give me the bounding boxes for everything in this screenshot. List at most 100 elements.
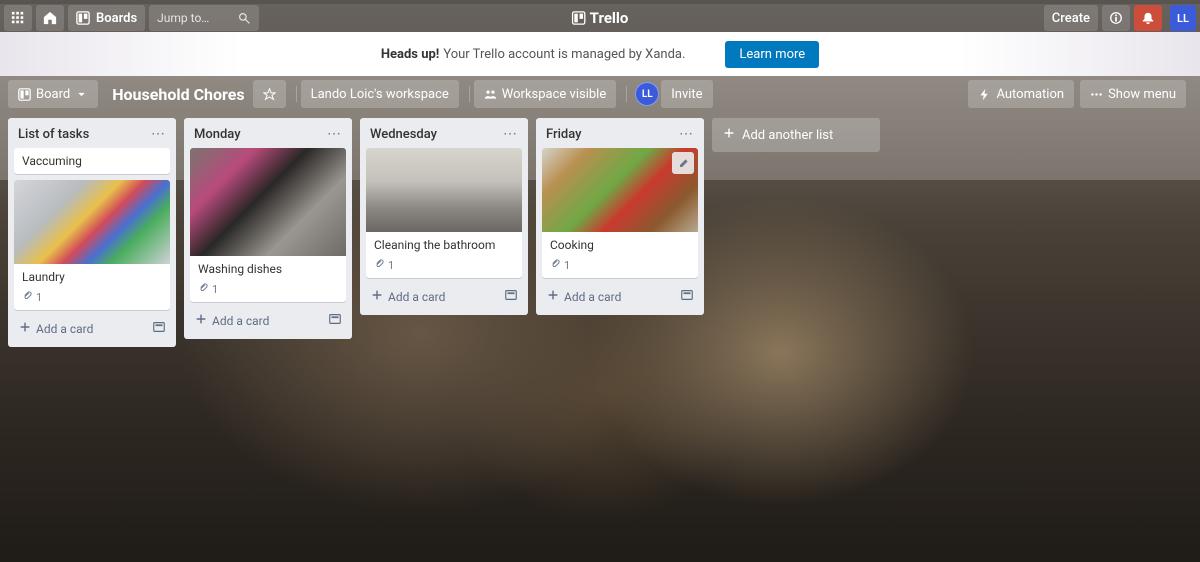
board-icon: [18, 88, 31, 101]
card[interactable]: Laundry1: [14, 180, 170, 310]
plus-icon: [18, 320, 36, 337]
automation-label: Automation: [996, 87, 1064, 102]
list-title: Monday: [194, 127, 241, 142]
list-menu-icon[interactable]: ⋯: [151, 126, 166, 142]
apps-icon[interactable]: [4, 5, 32, 31]
plus-icon: [546, 288, 564, 305]
board-title[interactable]: Household Chores: [112, 85, 244, 104]
ellipsis-icon: [1090, 88, 1103, 101]
star-icon: [263, 88, 276, 101]
home-icon[interactable]: [36, 5, 64, 31]
card-badges: 1: [366, 258, 522, 278]
notification-icon[interactable]: [1134, 5, 1162, 31]
star-button[interactable]: [253, 80, 286, 108]
card-badges: 1: [542, 258, 698, 278]
people-icon: [484, 88, 497, 101]
add-card-button[interactable]: Add a card: [190, 308, 346, 333]
list-header[interactable]: List of tasks ⋯: [14, 124, 170, 148]
card-badges: 1: [190, 282, 346, 302]
bolt-icon: [978, 88, 991, 101]
card[interactable]: Washing dishes1: [190, 148, 346, 302]
card[interactable]: Cleaning the bathroom1: [366, 148, 522, 278]
boards-nav-label: Boards: [96, 11, 137, 26]
attachment-count: 1: [212, 283, 218, 296]
invite-button[interactable]: Invite: [661, 80, 712, 108]
info-icon[interactable]: [1102, 5, 1130, 31]
board-view-label: Board: [36, 87, 70, 102]
attachment-count: 1: [36, 291, 42, 304]
list-menu-icon[interactable]: ⋯: [327, 126, 342, 142]
add-card-button[interactable]: Add a card: [542, 284, 698, 309]
list-menu-icon[interactable]: ⋯: [679, 126, 694, 142]
board-canvas[interactable]: List of tasks⋯VaccumingLaundry1Add a car…: [0, 112, 1200, 558]
banner-message: Your Trello account is managed by Xanda.: [443, 47, 685, 62]
card-composer-input[interactable]: Vaccuming: [14, 148, 170, 174]
member-avatar[interactable]: LL: [635, 82, 659, 106]
list-title: List of tasks: [18, 127, 89, 142]
card[interactable]: Cooking1: [542, 148, 698, 278]
template-icon[interactable]: [680, 288, 694, 305]
visibility-label: Workspace visible: [502, 87, 606, 102]
search-input[interactable]: Jump to…: [149, 5, 259, 31]
boards-nav-button[interactable]: Boards: [68, 5, 145, 31]
add-card-label: Add a card: [212, 314, 269, 328]
visibility-button[interactable]: Workspace visible: [474, 80, 616, 108]
search-placeholder: Jump to…: [157, 11, 209, 25]
list-menu-icon[interactable]: ⋯: [503, 126, 518, 142]
card-badges: 1: [14, 290, 170, 310]
template-icon[interactable]: [152, 320, 166, 337]
card-title: Cleaning the bathroom: [366, 232, 522, 258]
card-title: Washing dishes: [190, 256, 346, 282]
top-nav: Boards Jump to… Trello Create LL: [0, 0, 1200, 32]
board-bar: Board Household Chores Lando Loic's work…: [0, 76, 1200, 112]
list: Wednesday⋯Cleaning the bathroom1Add a ca…: [360, 118, 528, 315]
boardbar-right: Automation Show menu: [968, 80, 1192, 108]
workspace-button[interactable]: Lando Loic's workspace: [301, 80, 459, 108]
board-view-button[interactable]: Board: [8, 80, 98, 108]
attachment-count: 1: [388, 259, 394, 272]
list-header[interactable]: Friday⋯: [542, 124, 698, 148]
banner-heading: Heads up!: [381, 47, 440, 62]
workspace-label: Lando Loic's workspace: [311, 87, 449, 102]
member-initials: LL: [642, 89, 653, 100]
brand-text: Trello: [590, 9, 629, 27]
learn-more-button[interactable]: Learn more: [725, 41, 819, 68]
add-card-label: Add a card: [388, 290, 445, 304]
plus-icon: [194, 312, 212, 329]
divider: [296, 86, 297, 102]
list-header[interactable]: Monday ⋯: [190, 124, 346, 148]
show-menu-label: Show menu: [1108, 87, 1176, 102]
template-icon[interactable]: [504, 288, 518, 305]
card-cover: [190, 148, 346, 256]
card-title: Laundry: [14, 264, 170, 290]
add-card-label: Add a card: [564, 290, 621, 304]
brand-logo[interactable]: Trello: [572, 9, 629, 27]
edit-card-icon[interactable]: [672, 152, 694, 174]
divider: [626, 86, 627, 102]
plus-icon: [722, 126, 742, 144]
add-card-button[interactable]: Add a card: [366, 284, 522, 309]
avatar[interactable]: LL: [1170, 5, 1196, 31]
add-list-label: Add another list: [742, 128, 833, 143]
add-card-label: Add a card: [36, 322, 93, 336]
list: List of tasks ⋯ Vaccuming Laundry1 Add a car…: [8, 118, 176, 347]
create-button[interactable]: Create: [1044, 5, 1098, 31]
add-list-button[interactable]: Add another list: [712, 118, 880, 152]
board-icon: [76, 11, 90, 25]
automation-button[interactable]: Automation: [968, 80, 1074, 108]
card-cover: [14, 180, 170, 264]
list-header[interactable]: Wednesday⋯: [366, 124, 522, 148]
show-menu-button[interactable]: Show menu: [1080, 80, 1186, 108]
add-card-button[interactable]: Add a card: [14, 316, 170, 341]
list: Monday ⋯ Washing dishes1 Add a card: [184, 118, 352, 339]
card-cover: [366, 148, 522, 232]
search-icon: [238, 12, 251, 25]
plus-icon: [370, 288, 388, 305]
create-label: Create: [1052, 11, 1090, 26]
attachment-icon: [22, 290, 36, 304]
template-icon[interactable]: [328, 312, 342, 329]
list: Friday⋯Cooking1 Add a card: [536, 118, 704, 315]
chevron-down-icon: [75, 88, 88, 101]
divider: [469, 86, 470, 102]
trello-icon: [572, 11, 586, 25]
